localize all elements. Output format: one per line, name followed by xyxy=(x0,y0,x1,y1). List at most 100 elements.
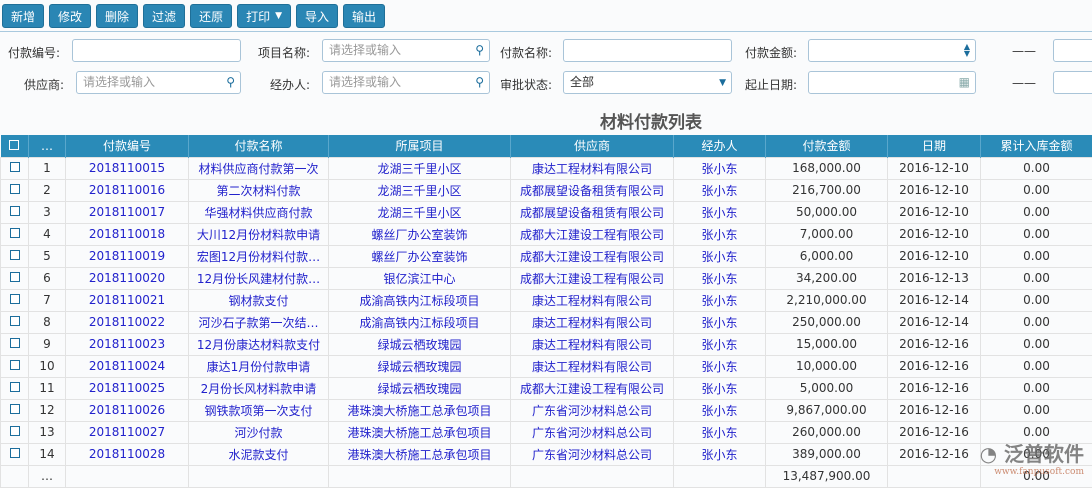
cell-supplier[interactable]: 康达工程材料有限公司 xyxy=(511,289,674,311)
export-button[interactable]: 输出 xyxy=(343,4,385,28)
cell-handler[interactable]: 张小东 xyxy=(674,267,766,289)
payment-name-input[interactable] xyxy=(563,39,732,62)
row-checkbox[interactable] xyxy=(1,355,29,377)
cell-payment-name[interactable]: 大川12月份材料款申请 xyxy=(189,223,329,245)
select-all-checkbox[interactable] xyxy=(1,135,29,157)
cell-project[interactable]: 绿城云栖玫瑰园 xyxy=(329,333,511,355)
import-button[interactable]: 导入 xyxy=(296,4,338,28)
cell-handler[interactable]: 张小东 xyxy=(674,157,766,179)
cell-payment-code[interactable]: 2018110016 xyxy=(66,179,189,201)
handler-input[interactable]: 请选择或输入⚲ xyxy=(322,71,490,94)
cell-handler[interactable]: 张小东 xyxy=(674,355,766,377)
row-checkbox[interactable] xyxy=(1,443,29,465)
cell-project[interactable]: 龙湖三千里小区 xyxy=(329,179,511,201)
table-row[interactable]: 42018110018大川12月份材料款申请螺丝厂办公室装饰成都大江建设工程有限… xyxy=(1,223,1092,245)
cell-payment-code[interactable]: 2018110020 xyxy=(66,267,189,289)
approval-select[interactable]: 全部▼ xyxy=(563,71,732,94)
table-row[interactable]: 132018110027河沙付款港珠澳大桥施工总承包项目广东省河沙材料总公司张小… xyxy=(1,421,1092,443)
cell-payment-code[interactable]: 2018110026 xyxy=(66,399,189,421)
cell-payment-code[interactable]: 2018110028 xyxy=(66,443,189,465)
row-checkbox[interactable] xyxy=(1,201,29,223)
cell-supplier[interactable]: 成都大江建设工程有限公司 xyxy=(511,267,674,289)
cell-payment-name[interactable]: 第二次材料付款 xyxy=(189,179,329,201)
add-button[interactable]: 新增 xyxy=(2,4,44,28)
edit-button[interactable]: 修改 xyxy=(49,4,91,28)
cell-payment-name[interactable]: 华强材料供应商付款 xyxy=(189,201,329,223)
cell-project[interactable]: 银亿滨江中心 xyxy=(329,267,511,289)
table-row[interactable]: 6201811002012月份长风建材付款…银亿滨江中心成都大江建设工程有限公司… xyxy=(1,267,1092,289)
cell-payment-name[interactable]: 河沙石子款第一次结… xyxy=(189,311,329,333)
cell-project[interactable]: 港珠澳大桥施工总承包项目 xyxy=(329,399,511,421)
amount-to-input[interactable] xyxy=(1053,39,1092,62)
cell-supplier[interactable]: 成都展望设备租赁有限公司 xyxy=(511,201,674,223)
cell-payment-name[interactable]: 12月份长风建材付款… xyxy=(189,267,329,289)
header-supplier[interactable]: 供应商 xyxy=(511,135,674,157)
table-row[interactable]: 122018110026钢铁款项第一次支付港珠澳大桥施工总承包项目广东省河沙材料… xyxy=(1,399,1092,421)
cell-handler[interactable]: 张小东 xyxy=(674,377,766,399)
delete-button[interactable]: 删除 xyxy=(96,4,138,28)
cell-handler[interactable]: 张小东 xyxy=(674,399,766,421)
cell-payment-code[interactable]: 2018110025 xyxy=(66,377,189,399)
cell-payment-code[interactable]: 2018110018 xyxy=(66,223,189,245)
header-cumulative-amount[interactable]: 累计入库金额 xyxy=(981,135,1092,157)
row-checkbox[interactable] xyxy=(1,223,29,245)
calendar-icon[interactable]: ▦ xyxy=(959,75,970,90)
header-project[interactable]: 所属项目 xyxy=(329,135,511,157)
date-from-input[interactable]: ▦ xyxy=(808,71,976,94)
header-amount[interactable]: 付款金额 xyxy=(766,135,888,157)
cell-supplier[interactable]: 广东省河沙材料总公司 xyxy=(511,399,674,421)
date-to-input[interactable] xyxy=(1053,71,1092,94)
table-row[interactable]: 32018110017华强材料供应商付款龙湖三千里小区成都展望设备租赁有限公司张… xyxy=(1,201,1092,223)
header-payment-name[interactable]: 付款名称 xyxy=(189,135,329,157)
table-row[interactable]: 82018110022河沙石子款第一次结…成渝高铁内江标段项目康达工程材料有限公… xyxy=(1,311,1092,333)
search-icon[interactable]: ⚲ xyxy=(475,75,484,90)
cell-supplier[interactable]: 广东省河沙材料总公司 xyxy=(511,421,674,443)
cell-supplier[interactable]: 康达工程材料有限公司 xyxy=(511,157,674,179)
table-row[interactable]: 102018110024康达1月份付款申请绿城云栖玫瑰园康达工程材料有限公司张小… xyxy=(1,355,1092,377)
cell-payment-code[interactable]: 2018110017 xyxy=(66,201,189,223)
table-row[interactable]: 9201811002312月份康达材料款支付绿城云栖玫瑰园康达工程材料有限公司张… xyxy=(1,333,1092,355)
cell-handler[interactable]: 张小东 xyxy=(674,421,766,443)
cell-payment-code[interactable]: 2018110015 xyxy=(66,157,189,179)
cell-project[interactable]: 螺丝厂办公室装饰 xyxy=(329,245,511,267)
cell-project[interactable]: 成渝高铁内江标段项目 xyxy=(329,289,511,311)
cell-project[interactable]: 绿城云栖玫瑰园 xyxy=(329,377,511,399)
cell-payment-code[interactable]: 2018110022 xyxy=(66,311,189,333)
table-row[interactable]: 1120181100252月份长风材料款申请绿城云栖玫瑰园成都大江建设工程有限公… xyxy=(1,377,1092,399)
cell-payment-name[interactable]: 2月份长风材料款申请 xyxy=(189,377,329,399)
row-checkbox[interactable] xyxy=(1,157,29,179)
row-checkbox[interactable] xyxy=(1,333,29,355)
print-button[interactable]: 打印▼ xyxy=(237,4,291,28)
cell-handler[interactable]: 张小东 xyxy=(674,223,766,245)
cell-supplier[interactable]: 成都大江建设工程有限公司 xyxy=(511,245,674,267)
cell-project[interactable]: 龙湖三千里小区 xyxy=(329,201,511,223)
table-row[interactable]: 142018110028水泥款支付港珠澳大桥施工总承包项目广东省河沙材料总公司张… xyxy=(1,443,1092,465)
cell-supplier[interactable]: 成都大江建设工程有限公司 xyxy=(511,223,674,245)
cell-payment-name[interactable]: 康达1月份付款申请 xyxy=(189,355,329,377)
project-input[interactable]: 请选择或输入⚲ xyxy=(322,39,490,62)
cell-supplier[interactable]: 成都大江建设工程有限公司 xyxy=(511,377,674,399)
cell-payment-name[interactable]: 钢材款支付 xyxy=(189,289,329,311)
cell-supplier[interactable]: 成都展望设备租赁有限公司 xyxy=(511,179,674,201)
row-checkbox[interactable] xyxy=(1,399,29,421)
row-checkbox[interactable] xyxy=(1,179,29,201)
cell-payment-name[interactable]: 河沙付款 xyxy=(189,421,329,443)
cell-payment-name[interactable]: 宏图12月份材料付款… xyxy=(189,245,329,267)
cell-payment-name[interactable]: 材料供应商付款第一次 xyxy=(189,157,329,179)
cell-handler[interactable]: 张小东 xyxy=(674,311,766,333)
cell-supplier[interactable]: 康达工程材料有限公司 xyxy=(511,355,674,377)
cell-handler[interactable]: 张小东 xyxy=(674,443,766,465)
cell-project[interactable]: 龙湖三千里小区 xyxy=(329,157,511,179)
payment-code-input[interactable] xyxy=(72,39,241,62)
cell-handler[interactable]: 张小东 xyxy=(674,289,766,311)
cell-payment-code[interactable]: 2018110024 xyxy=(66,355,189,377)
cell-project[interactable]: 螺丝厂办公室装饰 xyxy=(329,223,511,245)
cell-project[interactable]: 绿城云栖玫瑰园 xyxy=(329,355,511,377)
cell-payment-code[interactable]: 2018110019 xyxy=(66,245,189,267)
filter-button[interactable]: 过滤 xyxy=(143,4,185,28)
cell-payment-code[interactable]: 2018110023 xyxy=(66,333,189,355)
cell-payment-name[interactable]: 钢铁款项第一次支付 xyxy=(189,399,329,421)
amount-from-input[interactable]: ▲▼ xyxy=(808,39,976,62)
table-row[interactable]: 12018110015材料供应商付款第一次龙湖三千里小区康达工程材料有限公司张小… xyxy=(1,157,1092,179)
cell-supplier[interactable]: 康达工程材料有限公司 xyxy=(511,333,674,355)
